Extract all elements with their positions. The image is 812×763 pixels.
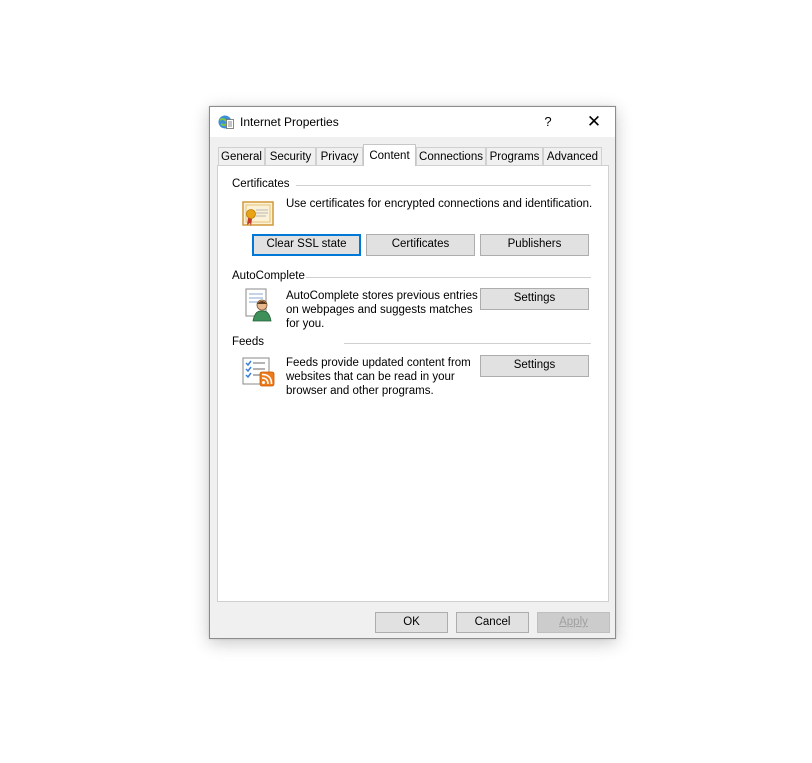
certificates-heading: Certificates: [232, 178, 290, 190]
title-bar[interactable]: Internet Properties ? ✕: [210, 107, 615, 137]
clear-ssl-state-button[interactable]: Clear SSL state: [252, 234, 361, 256]
certificates-divider: [296, 185, 591, 186]
cancel-button[interactable]: Cancel: [456, 612, 529, 633]
window-title: Internet Properties: [240, 115, 339, 129]
tab-security[interactable]: Security: [265, 147, 316, 165]
autocomplete-description-line-2: on webpages and suggests matches: [286, 304, 473, 316]
internet-properties-dialog: Internet Properties ? ✕ General Security…: [209, 106, 616, 639]
autocomplete-user-icon: [244, 288, 274, 325]
publishers-button[interactable]: Publishers: [480, 234, 589, 256]
certificate-icon: [242, 200, 274, 231]
feeds-settings-button[interactable]: Settings: [480, 355, 589, 377]
feeds-description-line-1: Feeds provide updated content from: [286, 357, 471, 369]
help-button[interactable]: ?: [528, 107, 568, 137]
content-tab-panel: Certificates Use certificates for encryp…: [217, 165, 609, 602]
autocomplete-heading: AutoComplete: [232, 270, 305, 282]
tab-general[interactable]: General: [218, 147, 265, 165]
tab-connections[interactable]: Connections: [416, 147, 486, 165]
feeds-heading: Feeds: [232, 336, 264, 348]
ok-button[interactable]: OK: [375, 612, 448, 633]
close-button[interactable]: ✕: [574, 107, 614, 137]
autocomplete-description-line-3: for you.: [286, 318, 325, 330]
apply-button[interactable]: Apply: [537, 612, 610, 633]
feeds-description-line-2: websites that can be read in your: [286, 371, 455, 383]
autocomplete-settings-button[interactable]: Settings: [480, 288, 589, 310]
feeds-description-line-3: browser and other programs.: [286, 385, 434, 397]
tab-content[interactable]: Content: [363, 144, 416, 166]
tab-programs[interactable]: Programs: [486, 147, 543, 165]
feeds-divider: [344, 343, 591, 344]
certificates-description: Use certificates for encrypted connectio…: [286, 198, 593, 210]
autocomplete-divider: [306, 277, 591, 278]
internet-options-icon: [218, 114, 234, 130]
tab-privacy[interactable]: Privacy: [316, 147, 363, 165]
autocomplete-description-line-1: AutoComplete stores previous entries: [286, 290, 478, 302]
certificates-button[interactable]: Certificates: [366, 234, 475, 256]
feed-list-icon: [242, 356, 276, 391]
tab-advanced[interactable]: Advanced: [543, 147, 602, 165]
